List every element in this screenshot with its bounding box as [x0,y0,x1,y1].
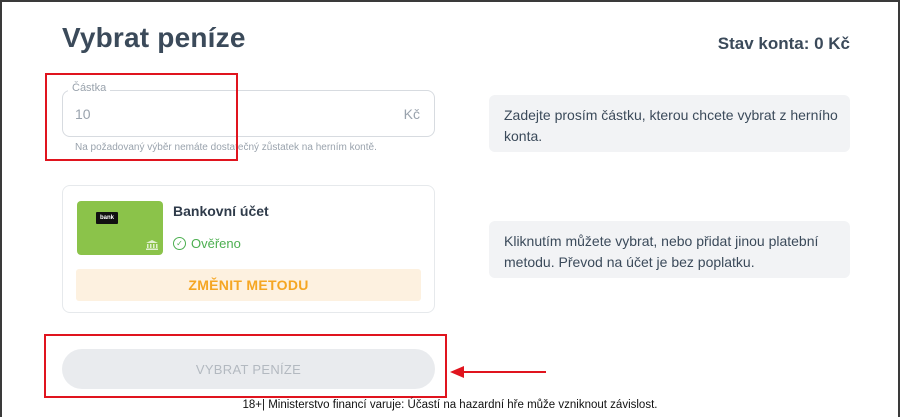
amount-input[interactable] [75,106,375,122]
bank-logo: bank [96,212,118,224]
amount-label: Částka [68,82,111,94]
amount-error-message: Na požadovaný výběr nemáte dostatečný zů… [75,142,377,153]
check-circle-icon: ✓ [173,237,186,250]
gambling-disclaimer: 18+| Ministerstvo financí varuje: Účastí… [242,399,658,411]
account-balance: Stav konta: 0 Kč [717,34,850,53]
payment-method-card[interactable]: bank Bankovní účet ✓ Ověřeno ZMĚNIT METO… [62,185,435,313]
amount-hint: Zadejte prosím částku, kterou chcete vyb… [489,95,850,152]
amount-field[interactable]: Kč [62,90,435,137]
currency-label: Kč [403,106,420,122]
change-method-button[interactable]: ZMĚNIT METODU [76,269,421,301]
bank-card-image: bank [77,201,163,255]
method-hint: Kliknutím můžete vybrat, nebo přidat jin… [489,221,850,278]
page-title: Vybrat peníze [62,22,246,53]
verified-label: Ověřeno [191,236,241,251]
method-name: Bankovní účet [173,203,269,219]
withdraw-button[interactable]: VYBRAT PENÍZE [62,349,435,389]
bank-building-icon [146,240,158,250]
verified-status: ✓ Ověřeno [173,236,241,251]
